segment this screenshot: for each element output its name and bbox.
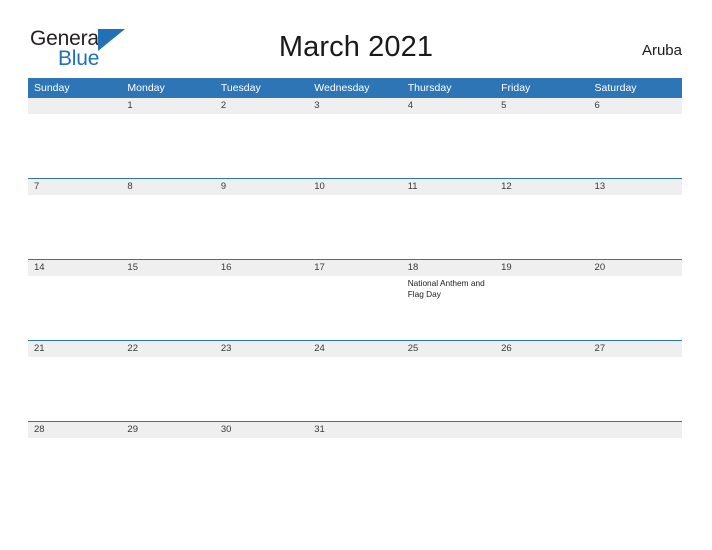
day-number: 29 xyxy=(121,422,215,438)
calendar-week-row: 28 29 30 31 xyxy=(28,421,682,446)
weekday-header-row: Sunday Monday Tuesday Wednesday Thursday Frid… xyxy=(28,78,682,98)
day-number xyxy=(588,422,682,438)
day-number: 6 xyxy=(588,98,682,114)
day-cell-24[interactable]: 24 xyxy=(308,341,402,421)
day-number: 4 xyxy=(401,98,496,114)
day-cell-19[interactable]: 19 xyxy=(495,260,589,340)
day-events: National Anthem and Flag Day xyxy=(402,276,495,299)
day-cell-31[interactable]: 31 xyxy=(308,422,402,446)
weekday-header-monday: Monday xyxy=(127,82,165,94)
day-cell-9[interactable]: 9 xyxy=(214,179,309,259)
day-number xyxy=(401,422,496,438)
day-cell-12[interactable]: 12 xyxy=(495,179,589,259)
weekday-header-tuesday: Tuesday xyxy=(220,82,261,94)
day-cell-25[interactable]: 25 xyxy=(401,341,496,421)
day-cell-16[interactable]: 16 xyxy=(214,260,309,340)
day-number: 27 xyxy=(588,341,682,357)
day-cell-15[interactable]: 15 xyxy=(121,260,215,340)
day-number: 24 xyxy=(308,341,402,357)
page-header: General Blue March 2021 Aruba xyxy=(0,0,712,76)
day-number: 13 xyxy=(588,179,682,195)
calendar-weeks: 1 2 3 4 5 6 7 8 9 10 11 12 13 14 15 16 17 18 National Anth… xyxy=(28,98,682,446)
day-cell-empty xyxy=(28,98,122,178)
day-number: 28 xyxy=(28,422,122,438)
day-number: 15 xyxy=(121,260,215,276)
calendar-week-row: 21 22 23 24 25 26 27 xyxy=(28,340,682,421)
weekday-header-wednesday: Wednesday xyxy=(314,82,370,94)
day-number: 23 xyxy=(214,341,309,357)
day-number: 31 xyxy=(308,422,402,438)
day-number: 18 xyxy=(401,260,496,276)
day-number: 17 xyxy=(308,260,402,276)
day-cell-14[interactable]: 14 xyxy=(28,260,122,340)
weekday-header-thursday: Thursday xyxy=(407,82,452,94)
day-number: 7 xyxy=(28,179,122,195)
day-cell-3[interactable]: 3 xyxy=(308,98,402,178)
day-number: 11 xyxy=(401,179,496,195)
day-number: 21 xyxy=(28,341,122,357)
day-number: 22 xyxy=(121,341,215,357)
day-cell-11[interactable]: 11 xyxy=(401,179,496,259)
day-number: 26 xyxy=(495,341,589,357)
day-cell-29[interactable]: 29 xyxy=(121,422,215,446)
day-number: 2 xyxy=(214,98,309,114)
day-number: 5 xyxy=(495,98,589,114)
calendar-week-row: 14 15 16 17 18 National Anthem and Flag Day 19… xyxy=(28,259,682,340)
day-number: 1 xyxy=(121,98,215,114)
day-cell-8[interactable]: 8 xyxy=(121,179,215,259)
day-cell-17[interactable]: 17 xyxy=(308,260,402,340)
day-cell-28[interactable]: 28 xyxy=(28,422,122,446)
day-cell-6[interactable]: 6 xyxy=(588,98,682,178)
day-number: 10 xyxy=(308,179,402,195)
day-number: 12 xyxy=(495,179,589,195)
day-number: 3 xyxy=(308,98,402,114)
day-number: 14 xyxy=(28,260,122,276)
weekday-header-friday: Friday xyxy=(501,82,531,94)
day-cell-7[interactable]: 7 xyxy=(28,179,122,259)
day-cell-empty xyxy=(401,422,496,446)
day-number: 20 xyxy=(588,260,682,276)
day-cell-30[interactable]: 30 xyxy=(214,422,309,446)
calendar-week-row: 123456 xyxy=(28,98,682,178)
day-number: 30 xyxy=(214,422,309,438)
day-cell-27[interactable]: 27 xyxy=(588,341,682,421)
day-number xyxy=(28,98,122,114)
day-number: 9 xyxy=(214,179,309,195)
day-number: 19 xyxy=(495,260,589,276)
day-cell-5[interactable]: 5 xyxy=(495,98,589,178)
day-cell-21[interactable]: 21 xyxy=(28,341,122,421)
calendar-page: General Blue March 2021 Aruba Sunday Mond… xyxy=(0,0,712,550)
day-cell-18[interactable]: 18 National Anthem and Flag Day xyxy=(401,260,496,340)
page-title: March 2021 xyxy=(278,31,434,63)
day-number: 16 xyxy=(214,260,309,276)
day-number: 8 xyxy=(121,179,215,195)
weekday-header-saturday: Saturday xyxy=(594,82,637,94)
weekday-header-sunday: Sunday xyxy=(34,82,70,94)
calendar-week-row: 7 8 9 10 11 12 13 xyxy=(28,178,682,259)
country-label: Aruba xyxy=(641,42,682,59)
calendar-grid: Sunday Monday Tuesday Wednesday Thursday Frid… xyxy=(28,78,682,446)
day-cell-empty xyxy=(495,422,589,446)
holiday-label: National Anthem and Flag Day xyxy=(407,278,485,299)
day-number xyxy=(495,422,589,438)
day-cell-1[interactable]: 1 xyxy=(121,98,215,178)
day-cell-empty xyxy=(588,422,682,446)
day-cell-20[interactable]: 20 xyxy=(588,260,682,340)
day-cell-22[interactable]: 22 xyxy=(121,341,215,421)
day-cell-10[interactable]: 10 xyxy=(308,179,402,259)
day-cell-2[interactable]: 2 xyxy=(214,98,309,178)
day-cell-4[interactable]: 4 xyxy=(401,98,496,178)
day-cell-23[interactable]: 23 xyxy=(214,341,309,421)
day-number: 25 xyxy=(401,341,496,357)
day-cell-26[interactable]: 26 xyxy=(495,341,589,421)
day-cell-13[interactable]: 13 xyxy=(588,179,682,259)
